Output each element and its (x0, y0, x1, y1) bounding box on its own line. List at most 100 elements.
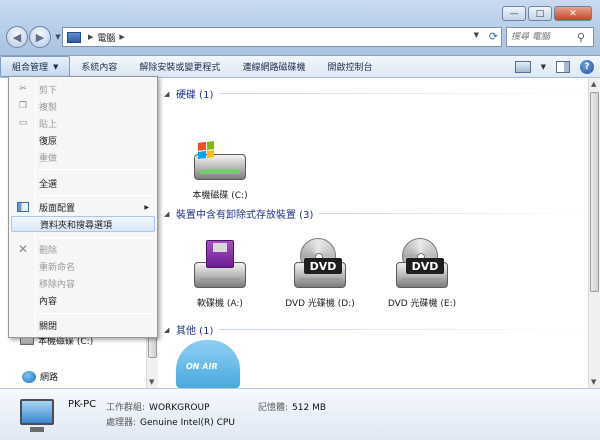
divider (219, 329, 584, 330)
system-properties-button[interactable]: 系統內容 (70, 56, 128, 78)
forward-button[interactable]: ▶ (29, 26, 51, 48)
uninstall-program-button[interactable]: 解除安裝或變更程式 (128, 56, 231, 78)
dvd-drive-icon: DVD (392, 238, 452, 294)
menu-item-redo[interactable]: 重做 (11, 149, 155, 165)
collapse-icon[interactable]: ◢ (164, 210, 176, 218)
drive-a[interactable]: 軟碟機 (A:) (172, 238, 268, 309)
group-title: 其他 (1) (176, 326, 214, 337)
menu-item-label: 版面配置 (39, 203, 76, 214)
help-icon[interactable]: ? (580, 60, 594, 74)
scroll-down-icon[interactable]: ▼ (591, 378, 596, 386)
nav-item-network[interactable]: 網路 (22, 370, 58, 383)
view-dropdown-icon[interactable]: ▼ (541, 63, 546, 71)
breadcrumb-arrow-icon[interactable]: ▶ (119, 33, 124, 41)
menu-item-rename[interactable]: 重新命名 (11, 258, 155, 274)
open-control-panel-button[interactable]: 開啟控制台 (316, 56, 383, 78)
collapse-icon[interactable]: ◢ (164, 90, 176, 98)
memory-row: 記憶體: 512 MB (258, 400, 326, 413)
menu-item-label: 剪下 (39, 85, 58, 96)
group-header-removable[interactable]: ◢ 裝置中含有卸除式存放裝置 (3) (164, 206, 584, 221)
menu-item-label: 全選 (39, 179, 58, 190)
menu-item-label: 內容 (39, 296, 58, 307)
menu-separator (39, 195, 153, 196)
cpu-key: 處理器: (106, 418, 137, 428)
menu-item-undo[interactable]: 復原 (11, 132, 155, 148)
menu-item-remove-properties[interactable]: 移除內容 (11, 275, 155, 291)
drive-label: 本機磁碟 (C:) (192, 191, 248, 201)
search-icon[interactable]: ⚲ (577, 31, 585, 44)
content-scroll-thumb[interactable] (590, 92, 599, 292)
network-icon (22, 370, 36, 383)
menu-separator (39, 169, 153, 170)
menu-item-select-all[interactable]: 全選 (11, 175, 155, 191)
layout-icon (17, 202, 29, 212)
window-controls: — □ ✕ (502, 6, 592, 21)
menu-item-copy[interactable]: ❐ 複製 (11, 98, 155, 114)
drive-d[interactable]: DVD DVD 光碟機 (D:) (272, 238, 368, 309)
content-pane: ◢ 硬碟 (1) 本機磁碟 (C:) ◢ 裝置中含有卸除式存放裝置 (3) 軟碟… (158, 78, 600, 388)
menu-item-delete[interactable]: ✕ 刪除 (11, 241, 155, 257)
search-input[interactable] (511, 32, 577, 42)
scroll-up-icon[interactable]: ▲ (591, 80, 596, 88)
on-air-device-icon[interactable]: ON AIR (176, 340, 240, 388)
breadcrumb-computer[interactable]: 電腦 (97, 31, 115, 44)
onair-text: ON AIR (186, 362, 218, 371)
address-dropdown-icon[interactable]: ▼ (474, 31, 479, 39)
drive-e[interactable]: DVD DVD 光碟機 (E:) (374, 238, 470, 309)
cpu-value: Genuine Intel(R) CPU (140, 418, 235, 428)
minimize-button[interactable]: — (502, 6, 526, 21)
dvd-badge: DVD (406, 258, 444, 274)
divider (319, 213, 584, 214)
menu-item-label: 貼上 (39, 119, 58, 130)
nav-item-label: 網路 (40, 373, 59, 383)
divider (219, 93, 584, 94)
details-pane: PK-PC 工作群組: WORKGROUP 記憶體: 512 MB 處理器: Genu… (0, 388, 600, 440)
memory-value: 512 MB (292, 403, 327, 413)
computer-icon (67, 31, 81, 43)
menu-item-layout[interactable]: 版面配置 ▶ (11, 199, 155, 215)
title-bar: — □ ✕ ◀ ▶ ▼ ▶ 電腦 ▶ ▼ ⟳ ⚲ (0, 0, 600, 56)
map-network-drive-button[interactable]: 連線網路磁碟機 (231, 56, 316, 78)
hard-disk-icon (190, 130, 250, 186)
command-bar: 組合管理 ▼ 系統內容 解除安裝或變更程式 連線網路磁碟機 開啟控制台 ▼ ? (0, 56, 600, 78)
menu-item-label: 關閉 (39, 321, 58, 332)
back-button[interactable]: ◀ (6, 26, 28, 48)
organize-button[interactable]: 組合管理 ▼ (0, 56, 71, 77)
workgroup-key: 工作群組: (106, 403, 146, 413)
drive-label: 軟碟機 (A:) (197, 299, 243, 309)
change-view-icon[interactable] (514, 61, 531, 73)
address-bar[interactable]: ▶ 電腦 ▶ ▼ ⟳ (62, 27, 502, 47)
menu-item-folder-options[interactable]: 資料夾和搜尋選項 (11, 216, 155, 232)
chevron-down-icon: ▼ (53, 62, 59, 71)
menu-item-properties[interactable]: 內容 (11, 292, 155, 308)
drive-label: DVD 光碟機 (E:) (387, 299, 457, 309)
menu-item-close[interactable]: 關閉 (11, 317, 155, 333)
drive-c[interactable]: 本機磁碟 (C:) (172, 130, 268, 201)
chevron-down-icon: ▼ (55, 33, 61, 41)
dvd-badge: DVD (304, 258, 342, 274)
maximize-button[interactable]: □ (528, 6, 552, 21)
breadcrumb-arrow-icon[interactable]: ▶ (88, 33, 93, 41)
menu-item-paste[interactable]: ▭ 貼上 (11, 115, 155, 131)
computer-icon (20, 399, 54, 432)
organize-menu: ✂ 剪下 ❐ 複製 ▭ 貼上 復原 重做 全選 版面配置 ▶ 資料夾和搜尋選項 … (8, 76, 158, 338)
computer-name: PK-PC (68, 399, 97, 410)
submenu-arrow-icon: ▶ (144, 203, 149, 211)
drive-label: DVD 光碟機 (D:) (285, 299, 355, 309)
menu-separator (39, 313, 153, 314)
search-box[interactable]: ⚲ (506, 27, 594, 47)
preview-pane-icon[interactable] (556, 61, 570, 73)
dvd-drive-icon: DVD (290, 238, 350, 294)
scissors-icon: ✂ (19, 84, 27, 94)
close-button[interactable]: ✕ (554, 6, 592, 21)
group-header-hdd[interactable]: ◢ 硬碟 (1) (164, 86, 584, 101)
group-header-other[interactable]: ◢ 其他 (1) (164, 322, 584, 337)
refresh-icon[interactable]: ⟳ (489, 30, 498, 43)
menu-item-cut[interactable]: ✂ 剪下 (11, 81, 155, 97)
menu-item-label: 移除內容 (39, 279, 76, 290)
menu-item-label: 重新命名 (39, 262, 76, 273)
scroll-down-icon[interactable]: ▼ (149, 378, 154, 386)
content-scrollbar[interactable]: ▲ ▼ (588, 78, 600, 388)
collapse-icon[interactable]: ◢ (164, 326, 176, 334)
menu-item-label: 重做 (39, 153, 58, 164)
